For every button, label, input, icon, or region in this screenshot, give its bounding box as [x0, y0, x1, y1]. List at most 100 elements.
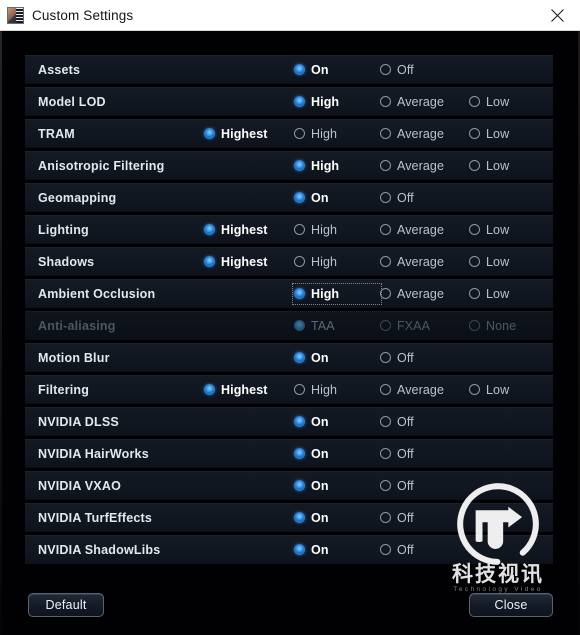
radio-option[interactable]: Low	[468, 380, 513, 400]
setting-row: NVIDIA DLSS On Off	[25, 407, 553, 436]
setting-row: NVIDIA TurfEffects On Off	[25, 503, 553, 532]
radio-unselected-icon	[469, 288, 480, 299]
radio-option[interactable]: High	[293, 156, 343, 176]
settings-row-list: Assets On Off Model LOD High Average Low TRAM Hi…	[25, 55, 553, 567]
radio-option-label: Average	[397, 126, 445, 141]
radio-option[interactable]: Average	[379, 252, 448, 272]
radio-option-label: Low	[486, 254, 510, 269]
radio-option[interactable]: Off	[379, 476, 418, 496]
radio-option[interactable]: On	[293, 188, 333, 208]
radio-option-label: Low	[486, 94, 510, 109]
radio-option-label: On	[311, 350, 329, 365]
radio-unselected-icon	[380, 64, 391, 75]
radio-option[interactable]: On	[293, 412, 333, 432]
setting-label: Anisotropic Filtering	[38, 158, 165, 173]
setting-row: Ambient Occlusion High Average Low	[25, 279, 553, 308]
radio-option[interactable]: On	[293, 508, 333, 528]
radio-unselected-icon	[380, 288, 391, 299]
radio-option[interactable]: Off	[379, 412, 418, 432]
radio-option[interactable]: Low	[468, 284, 513, 304]
radio-option[interactable]: On	[293, 444, 333, 464]
radio-option[interactable]: Low	[468, 252, 513, 272]
close-button[interactable]: Close	[469, 593, 553, 617]
setting-row: Filtering Highest High Average Low	[25, 375, 553, 404]
game-app-icon	[7, 6, 24, 24]
radio-option-label: Off	[397, 510, 414, 525]
radio-option[interactable]: On	[293, 540, 333, 560]
radio-option-label: Highest	[221, 126, 268, 141]
radio-option[interactable]: Off	[379, 188, 418, 208]
radio-option[interactable]: High	[293, 380, 341, 400]
radio-option[interactable]: High	[293, 124, 341, 144]
window-title: Custom Settings	[32, 7, 134, 23]
setting-label: Assets	[38, 62, 81, 77]
radio-option-label: On	[311, 62, 329, 77]
window-titlebar: Custom Settings	[0, 0, 580, 31]
radio-option[interactable]: High	[293, 252, 341, 272]
radio-option-label: Off	[397, 190, 414, 205]
radio-option-label: Average	[397, 286, 445, 301]
radio-option[interactable]: Average	[379, 284, 448, 304]
setting-row: Lighting Highest High Average Low	[25, 215, 553, 244]
radio-option[interactable]: Average	[379, 156, 448, 176]
setting-row: Shadows Highest High Average Low	[25, 247, 553, 276]
setting-label: NVIDIA DLSS	[38, 414, 119, 429]
radio-option[interactable]: Highest	[203, 220, 272, 240]
radio-option-label: Off	[397, 542, 414, 557]
radio-option[interactable]: Highest	[203, 124, 272, 144]
radio-option[interactable]: Average	[379, 124, 448, 144]
radio-option: None	[468, 316, 520, 336]
radio-unselected-icon	[294, 256, 305, 267]
radio-option[interactable]: Average	[379, 380, 448, 400]
radio-option[interactable]: Off	[379, 348, 418, 368]
radio-option[interactable]: Low	[468, 124, 513, 144]
radio-option[interactable]: Low	[468, 92, 513, 112]
window-edge-left	[0, 31, 2, 635]
radio-option-label: FXAA	[397, 318, 431, 333]
radio-option[interactable]: Off	[379, 540, 418, 560]
radio-option[interactable]: Off	[379, 508, 418, 528]
radio-option[interactable]: Highest	[203, 252, 272, 272]
radio-unselected-icon	[380, 416, 391, 427]
radio-option: TAA	[293, 316, 339, 336]
radio-option[interactable]: Average	[379, 220, 448, 240]
radio-option[interactable]: On	[293, 476, 333, 496]
radio-option[interactable]: Off	[379, 60, 418, 80]
radio-selected-icon	[294, 544, 305, 555]
radio-unselected-icon	[469, 320, 480, 331]
radio-option[interactable]: High	[293, 92, 343, 112]
setting-row: Motion Blur On Off	[25, 343, 553, 372]
radio-option[interactable]: Highest	[203, 380, 272, 400]
radio-option[interactable]: Low	[468, 220, 513, 240]
radio-option[interactable]: On	[293, 348, 333, 368]
radio-option-label: Low	[486, 382, 510, 397]
radio-unselected-icon	[469, 160, 480, 171]
setting-label: Model LOD	[38, 94, 106, 109]
setting-label: Anti-aliasing	[38, 318, 116, 333]
radio-option[interactable]: On	[293, 60, 333, 80]
radio-option-label: Average	[397, 94, 445, 109]
radio-unselected-icon	[469, 128, 480, 139]
setting-label: Geomapping	[38, 190, 117, 205]
radio-option-label: Highest	[221, 382, 268, 397]
setting-label: Motion Blur	[38, 350, 110, 365]
close-icon[interactable]	[535, 0, 580, 30]
radio-option[interactable]: Average	[379, 92, 448, 112]
radio-option[interactable]: High	[291, 282, 383, 305]
radio-option-label: High	[311, 382, 338, 397]
radio-option-label: Average	[397, 254, 445, 269]
radio-selected-icon	[294, 192, 305, 203]
setting-label: Lighting	[38, 222, 89, 237]
default-button[interactable]: Default	[28, 593, 104, 617]
radio-option[interactable]: High	[293, 220, 341, 240]
radio-option[interactable]: Low	[468, 156, 513, 176]
radio-option-label: Off	[397, 350, 414, 365]
radio-option[interactable]: Off	[379, 444, 418, 464]
radio-option-label: Highest	[221, 222, 268, 237]
radio-option-label: On	[311, 510, 329, 525]
setting-label: NVIDIA ShadowLibs	[38, 542, 161, 557]
radio-unselected-icon	[294, 384, 305, 395]
radio-selected-icon	[204, 256, 215, 267]
setting-row: TRAM Highest High Average Low	[25, 119, 553, 148]
setting-label: Ambient Occlusion	[38, 286, 156, 301]
